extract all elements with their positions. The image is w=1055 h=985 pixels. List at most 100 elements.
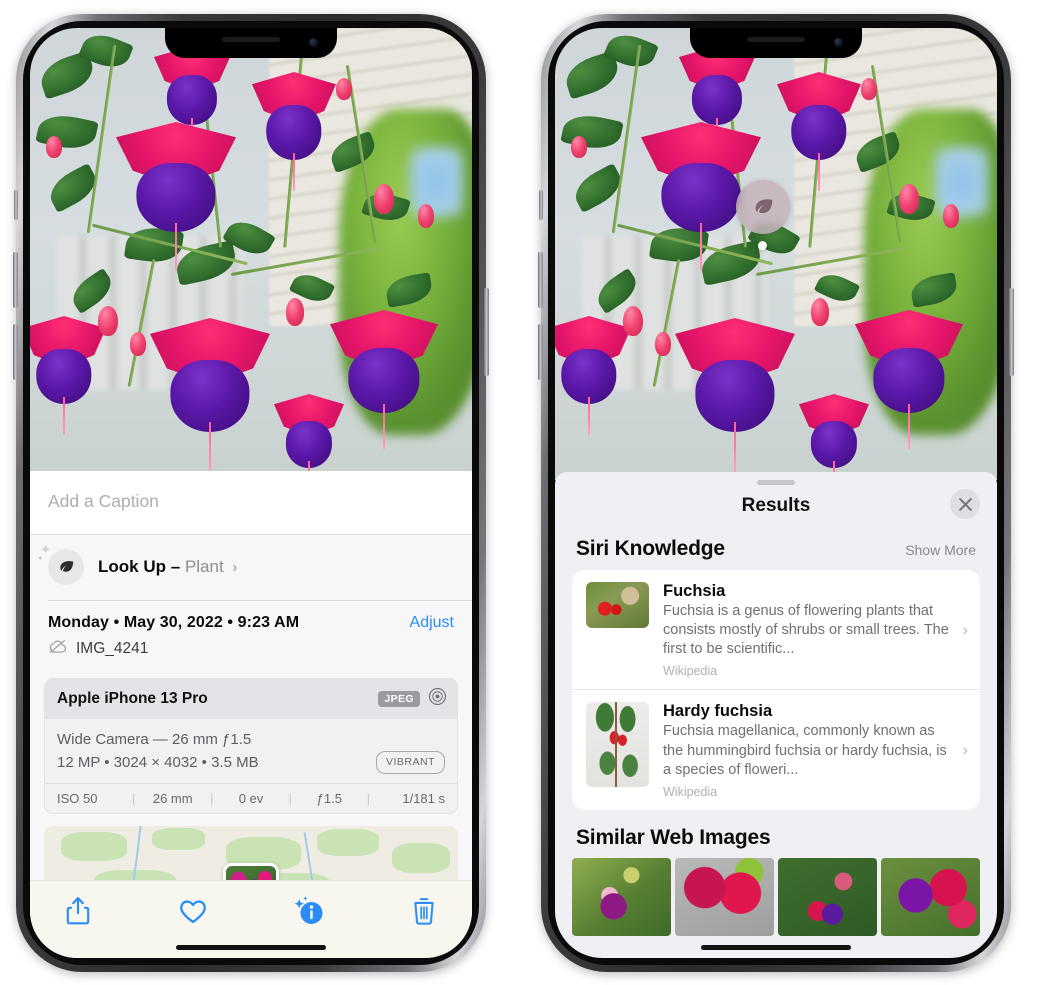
earpiece-speaker	[222, 37, 280, 42]
power-button[interactable]	[484, 288, 489, 376]
photo-bloom	[116, 122, 236, 271]
power-button[interactable]	[1009, 288, 1014, 376]
look-up-label: Look Up – Plant ›	[98, 557, 237, 577]
knowledge-body: Hardy fuchsia Fuchsia magellanica, commo…	[663, 702, 966, 798]
exif-aperture: ƒ1.5	[316, 791, 342, 806]
exif-row: ISO 50 | 26 mm | 0 ev | ƒ1.5 | 1/181 s	[45, 783, 457, 813]
show-more-button[interactable]: Show More	[905, 542, 976, 558]
results-sheet: Results Siri Knowledge Show More Fuchsia…	[555, 472, 997, 958]
sparkle-icon: ✦	[37, 554, 44, 563]
photo-viewer[interactable]	[30, 28, 472, 480]
phone-left: Add a Caption ✦ ✦ Look Up – Plant › Mond…	[13, 14, 489, 972]
web-image-1[interactable]	[572, 857, 671, 936]
heart-icon[interactable]	[171, 889, 215, 933]
camera-header: Apple iPhone 13 Pro JPEG	[45, 678, 457, 719]
photo-bloom	[150, 318, 270, 472]
similar-web-images-title: Similar Web Images	[576, 825, 771, 849]
camera-body: Wide Camera — 26 mm ƒ1.5 12 MP • 3024 × …	[45, 719, 457, 784]
camera-lens: Wide Camera — 26 mm ƒ1.5	[57, 730, 252, 748]
volume-up-button[interactable]	[13, 252, 18, 308]
silent-switch[interactable]	[539, 190, 543, 220]
photo-bud	[861, 78, 877, 100]
photo-bud	[811, 298, 829, 326]
knowledge-source: Wikipedia	[663, 784, 718, 799]
photo-bud	[98, 306, 118, 336]
photo-bud	[943, 204, 959, 228]
list-item[interactable]: Fuchsia Fuchsia is a genus of flowering …	[572, 570, 980, 689]
photo-info-sheet: Add a Caption ✦ ✦ Look Up – Plant › Mond…	[30, 471, 472, 958]
home-indicator[interactable]	[701, 945, 851, 950]
similar-web-images-strip[interactable]	[555, 857, 997, 936]
format-badge: JPEG	[378, 690, 420, 707]
siri-knowledge-title: Siri Knowledge	[576, 537, 725, 560]
volume-up-button[interactable]	[538, 252, 543, 308]
chevron-right-icon: ›	[962, 740, 968, 760]
exif-iso: ISO 50	[57, 791, 98, 806]
siri-knowledge-header: Siri Knowledge Show More	[555, 521, 997, 570]
knowledge-title: Hardy fuchsia	[663, 702, 773, 721]
photo-sky-patch	[935, 145, 989, 218]
camera-spec: 12 MP • 3024 × 4032 • 3.5 MB	[57, 753, 259, 771]
metadata-top-row: Monday • May 30, 2022 • 9:23 AM Adjust	[48, 614, 454, 632]
leaf-icon	[48, 549, 84, 585]
photo-bud	[374, 184, 394, 214]
volume-down-button[interactable]	[538, 324, 543, 380]
visual-look-up-anchor-dot	[758, 241, 767, 250]
knowledge-title: Fuchsia	[663, 582, 726, 600]
photo-bud	[623, 306, 643, 336]
share-icon[interactable]	[56, 889, 100, 933]
look-up-kind: Plant	[184, 557, 224, 576]
photo-date: Monday • May 30, 2022 • 9:23 AM	[48, 613, 300, 631]
photo-metadata: Monday • May 30, 2022 • 9:23 AM Adjust I…	[30, 601, 472, 669]
look-up-dash: –	[170, 557, 181, 576]
photo-bud	[571, 136, 587, 158]
adjust-button[interactable]: Adjust	[410, 614, 454, 632]
front-camera-icon	[834, 38, 843, 47]
photo-bloom	[30, 316, 106, 436]
look-up-icon-wrap: ✦ ✦	[37, 543, 84, 585]
knowledge-description: Fuchsia magellanica, commonly known as t…	[663, 723, 947, 778]
photographic-style-badge: VIBRANT	[375, 751, 445, 774]
cloud-slash-icon	[48, 639, 67, 659]
similar-web-images-header: Similar Web Images	[555, 810, 997, 856]
file-name: IMG_4241	[76, 639, 149, 657]
info-sparkle-icon[interactable]	[287, 889, 331, 933]
earpiece-speaker	[747, 37, 805, 42]
phone-right: Results Siri Knowledge Show More Fuchsia…	[538, 14, 1014, 972]
web-image-2[interactable]	[675, 857, 774, 936]
look-up-row[interactable]: ✦ ✦ Look Up – Plant ›	[30, 535, 472, 600]
caption-input[interactable]: Add a Caption	[30, 471, 472, 535]
siri-knowledge-card: Fuchsia Fuchsia is a genus of flowering …	[572, 570, 980, 810]
web-image-4[interactable]	[881, 857, 980, 936]
home-indicator[interactable]	[176, 945, 326, 950]
camera-info-card[interactable]: Apple iPhone 13 Pro JPEG Wide Camera — 2…	[44, 677, 458, 814]
trash-icon[interactable]	[402, 889, 446, 933]
photo-bloom	[675, 318, 795, 472]
chevron-right-icon: ›	[962, 619, 968, 639]
camera-device: Apple iPhone 13 Pro	[57, 689, 208, 707]
notch	[165, 28, 337, 58]
close-icon[interactable]	[950, 489, 980, 519]
photo-sky-patch	[410, 145, 464, 218]
exif-focal: 26 mm	[152, 791, 193, 806]
visual-look-up-badge[interactable]	[736, 180, 790, 234]
web-image-3[interactable]	[778, 857, 877, 936]
look-up-title: Look Up	[98, 557, 166, 576]
silent-switch[interactable]	[14, 190, 18, 220]
list-item[interactable]: Hardy fuchsia Fuchsia magellanica, commo…	[572, 689, 980, 809]
volume-down-button[interactable]	[13, 324, 18, 380]
results-header: Results	[555, 485, 997, 521]
photo-bud	[418, 204, 434, 228]
camera-spec-row: 12 MP • 3024 × 4032 • 3.5 MB VIBRANT	[57, 751, 445, 774]
photo-viewer[interactable]	[555, 28, 997, 480]
camera-header-badges: JPEG	[378, 687, 447, 711]
photo-bud	[655, 332, 671, 356]
photo-bloom	[330, 310, 438, 449]
photo-bloom	[799, 394, 869, 480]
photo-bud	[130, 332, 146, 356]
knowledge-source: Wikipedia	[663, 664, 718, 679]
chevron-right-icon: ›	[232, 559, 238, 576]
screen-left: Add a Caption ✦ ✦ Look Up – Plant › Mond…	[30, 28, 472, 958]
front-camera-icon	[309, 38, 318, 47]
photo-bloom	[679, 46, 755, 153]
